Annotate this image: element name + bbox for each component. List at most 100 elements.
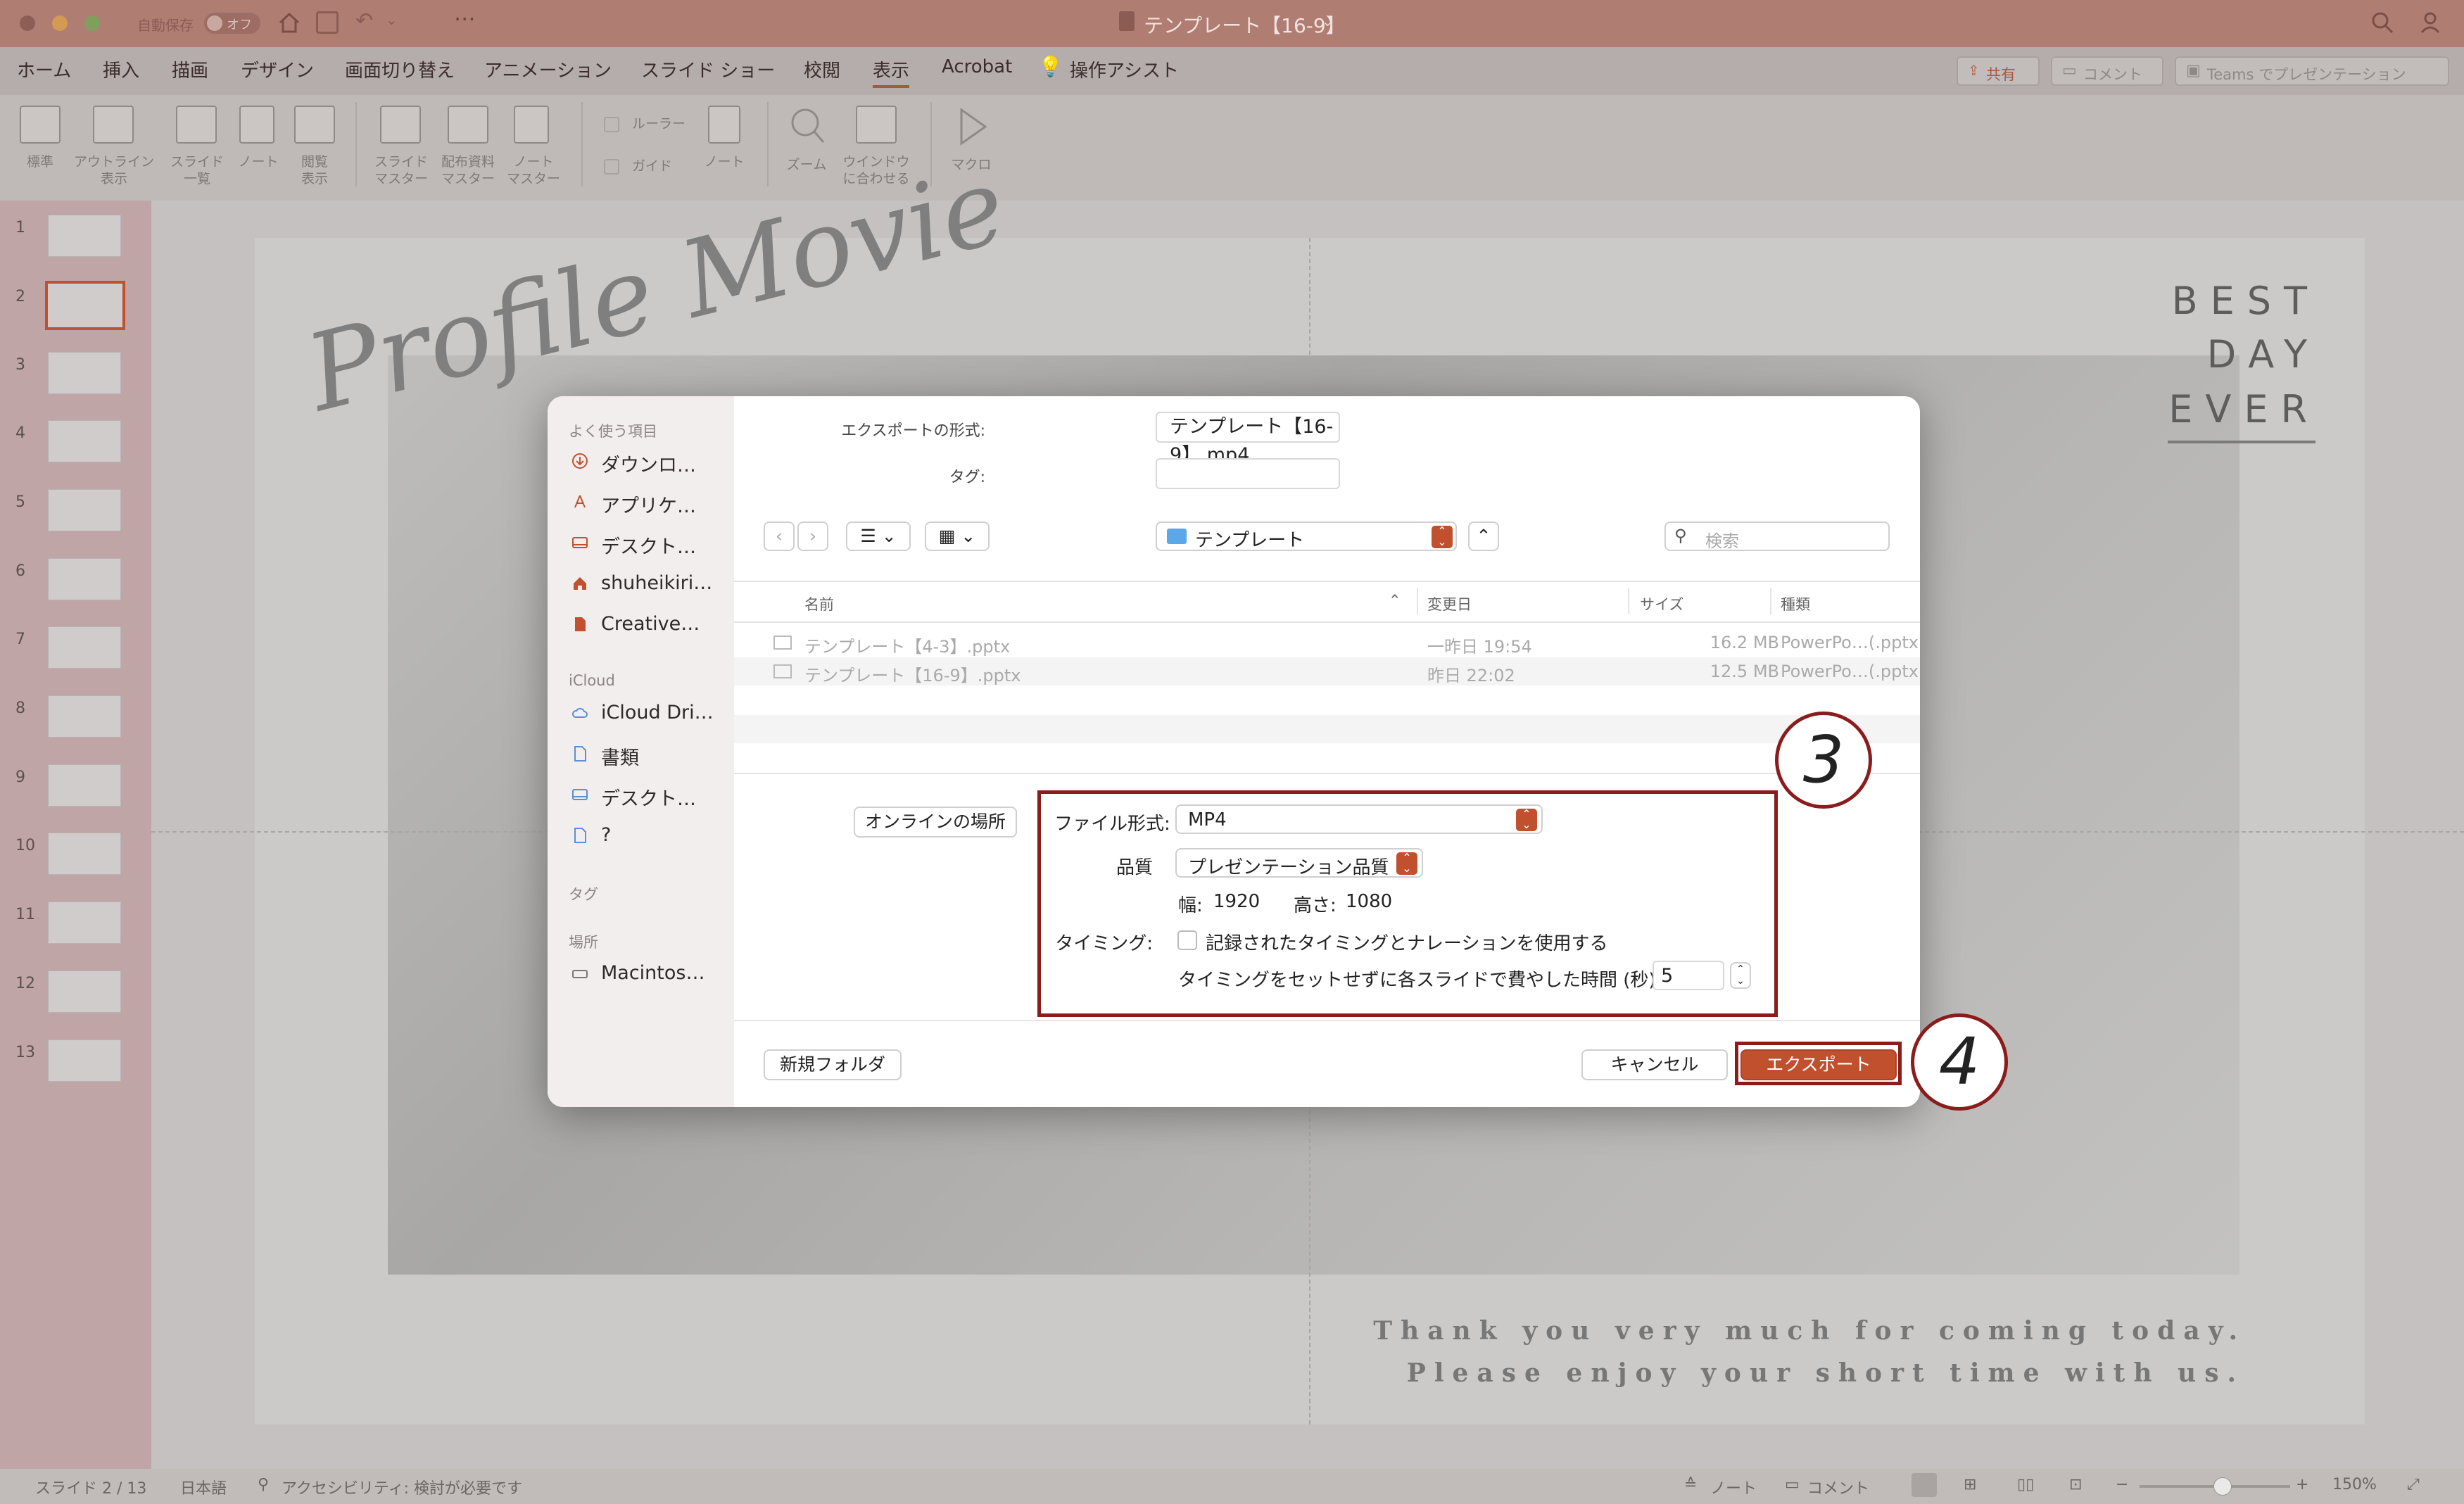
tell-me-button[interactable]: 操作アシスト [1070, 56, 1179, 82]
tab-slideshow[interactable]: スライド ショー [641, 56, 775, 82]
tab-review[interactable]: 校閲 [804, 56, 840, 82]
slide-thumbnail[interactable] [45, 281, 125, 330]
tab-draw[interactable]: 描画 [172, 56, 208, 82]
column-divider[interactable] [1770, 588, 1771, 614]
tags-field[interactable] [1156, 458, 1340, 489]
export-as-field[interactable]: テンプレート【16-9】.mp4 [1156, 412, 1340, 466]
search-field[interactable]: ⚲ 検索 [1664, 522, 1890, 551]
list-view-button[interactable]: ☰ ⌄ [846, 522, 911, 551]
back-button[interactable]: ‹ [764, 522, 795, 551]
zoom-in-icon[interactable]: + [2296, 1476, 2308, 1493]
teams-present-button[interactable]: ▣ Teams でプレゼンテーション [2175, 56, 2449, 86]
slide-thumbnail[interactable] [48, 695, 121, 738]
reading-view-status-icon[interactable]: ▯▯ [2017, 1476, 2034, 1493]
slide-thumbnail[interactable] [48, 626, 121, 669]
column-size[interactable]: サイズ [1640, 593, 1683, 614]
cancel-button[interactable]: キャンセル [1581, 1049, 1728, 1080]
normal-view-status-icon[interactable] [1912, 1473, 1937, 1497]
slide-master-button[interactable]: スライド マスター [372, 106, 431, 187]
home-folder-icon [574, 577, 586, 590]
sidebar-item-downloads[interactable]: ダウンロ… [571, 453, 696, 476]
language-indicator[interactable]: 日本語 [180, 1476, 227, 1498]
comments-toggle[interactable]: コメント [1807, 1476, 1869, 1498]
notes-pane-button[interactable]: ノート [701, 106, 747, 170]
tab-view[interactable]: 表示 [873, 56, 909, 82]
table-row[interactable]: テンプレート【16-9】.pptx 昨日 22:02 12.5 MB Power… [734, 657, 1920, 685]
column-name[interactable]: 名前 [804, 593, 834, 614]
tab-insert[interactable]: 挿入 [103, 56, 139, 82]
sidebar-item-macintosh-hd[interactable]: Macintos… [571, 962, 705, 985]
slide-sorter-status-icon[interactable]: ⊞ [1964, 1476, 1976, 1493]
slide-thumbnail[interactable] [48, 764, 121, 807]
slide-thumbnail[interactable] [48, 420, 121, 462]
minimize-window-button[interactable] [52, 15, 68, 31]
slide-thumbnail[interactable] [48, 558, 121, 600]
undo-icon[interactable]: ↶ [355, 8, 373, 33]
comments-button[interactable]: ▭ コメント [2051, 56, 2163, 86]
sidebar-item-icloud-desktop[interactable]: デスクト… [571, 786, 696, 810]
column-modified[interactable]: 変更日 [1427, 593, 1472, 614]
search-icon[interactable] [2370, 10, 2395, 35]
slide-thumbnail[interactable] [48, 833, 121, 875]
table-row[interactable]: テンプレート【4-3】.pptx 一昨日 19:54 16.2 MB Power… [734, 628, 1920, 657]
sidebar-item-creative[interactable]: Creative… [571, 613, 700, 636]
zoom-out-icon[interactable]: − [2116, 1476, 2128, 1493]
slide-thumbnail[interactable] [48, 971, 121, 1013]
slide-thumbnail[interactable] [48, 902, 121, 944]
normal-view-button[interactable]: 標準 [20, 106, 61, 170]
slide-thumbnail[interactable] [48, 1039, 121, 1082]
new-folder-button[interactable]: 新規フォルダ [764, 1049, 902, 1080]
tab-animations[interactable]: アニメーション [484, 56, 612, 82]
reading-view-button[interactable]: 閲覧 表示 [291, 106, 338, 187]
column-divider[interactable] [1628, 588, 1629, 614]
guide-checkbox[interactable] [604, 159, 619, 175]
sidebar-item-desktop[interactable]: デスクト… [571, 534, 696, 558]
more-icon[interactable]: ··· [454, 6, 476, 32]
slide-thumbnail[interactable] [48, 352, 121, 394]
notes-page-button[interactable]: ノート [235, 106, 282, 170]
gallery-view-button[interactable]: ▦ ⌄ [925, 522, 990, 551]
pptx-file-icon [773, 636, 792, 650]
home-icon[interactable] [277, 10, 302, 35]
tab-home[interactable]: ホーム [17, 56, 71, 82]
sidebar-label: アプリケ… [601, 495, 696, 517]
slide-sorter-button[interactable]: スライド 一覧 [168, 106, 227, 187]
outline-view-button[interactable]: アウトライン 表示 [72, 106, 156, 187]
sidebar-item-icloud-drive[interactable]: iCloud Dri… [571, 702, 714, 724]
slide-thumbnail[interactable] [48, 489, 121, 531]
notes-toggle[interactable]: ノート [1710, 1476, 1757, 1498]
column-divider[interactable] [1417, 588, 1418, 614]
slideshow-status-icon[interactable]: ⊡ [2069, 1476, 2082, 1493]
fit-slide-icon[interactable]: ⤢ [2407, 1476, 2420, 1493]
zoom-button[interactable]: ズーム [781, 106, 832, 173]
handout-master-button[interactable]: 配布資料 マスター [436, 106, 500, 187]
notes-master-button[interactable]: ノート マスター [504, 106, 563, 187]
collapse-button[interactable]: ⌃ [1468, 522, 1499, 551]
sidebar-item-home[interactable]: shuheikiri… [571, 572, 712, 595]
accessibility-status[interactable]: アクセシビリティ: 検討が必要です [282, 1476, 522, 1498]
sort-chevron-icon: ⌃ [1389, 592, 1401, 609]
autosave-toggle[interactable]: オフ [204, 13, 260, 34]
undo-dropdown-icon[interactable]: ⌄ [386, 11, 398, 28]
tab-design[interactable]: デザイン [241, 56, 314, 82]
slide-thumbnail[interactable] [48, 215, 121, 257]
sidebar-item-unknown[interactable]: ? [571, 824, 611, 847]
active-tab-indicator [873, 85, 909, 88]
close-window-button[interactable] [20, 15, 35, 31]
zoom-window-button[interactable] [84, 15, 100, 31]
tab-acrobat[interactable]: Acrobat [942, 56, 1012, 77]
online-locations-button[interactable]: オンラインの場所 [854, 807, 1017, 838]
folder-select[interactable]: テンプレート ⌃ ⌄ [1156, 522, 1457, 551]
title-chevron-icon[interactable]: ⌄ [1322, 13, 1334, 30]
save-icon[interactable] [316, 11, 339, 34]
account-icon[interactable] [2419, 10, 2444, 35]
column-kind[interactable]: 種類 [1781, 593, 1810, 614]
sidebar-item-applications[interactable]: アプリケ… [571, 493, 696, 517]
tab-transitions[interactable]: 画面切り替え [345, 56, 455, 82]
zoom-level[interactable]: 150% [2332, 1476, 2377, 1493]
forward-button[interactable]: › [797, 522, 828, 551]
share-button[interactable]: ⇪ 共有 [1957, 56, 2040, 86]
zoom-slider-thumb[interactable] [2213, 1477, 2232, 1496]
ruler-checkbox[interactable] [604, 117, 619, 132]
sidebar-item-documents[interactable]: 書類 [571, 745, 639, 769]
